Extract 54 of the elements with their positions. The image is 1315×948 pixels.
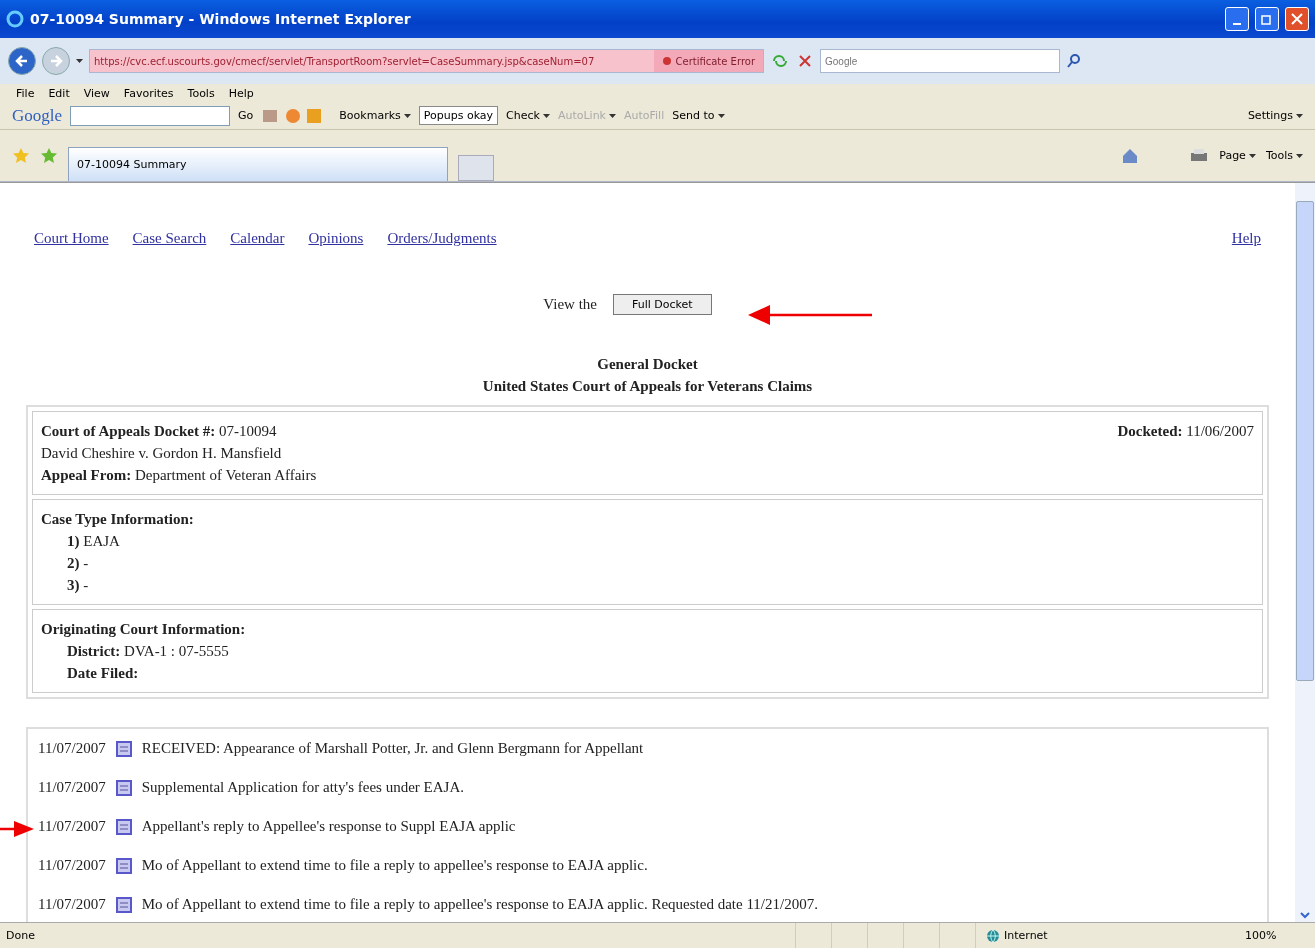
search-field[interactable]: Google xyxy=(820,49,1060,73)
nav-link[interactable]: Orders/Judgments xyxy=(387,230,497,247)
entry-date: 11/07/2007 xyxy=(38,818,106,835)
case-type-item: 1) EAJA xyxy=(67,533,120,549)
docket-number: Court of Appeals Docket #: 07-10094 xyxy=(41,422,277,441)
zoom-level[interactable]: 100% xyxy=(1235,929,1315,942)
help-link[interactable]: Help xyxy=(1231,230,1261,247)
settings-button[interactable]: Settings xyxy=(1247,109,1303,122)
window-title: 07-10094 Summary - Windows Internet Explorer xyxy=(30,11,412,27)
nav-link[interactable]: Case Search xyxy=(132,230,207,247)
entry-date: 11/07/2007 xyxy=(38,896,106,913)
toolbar-button[interactable]: Bookmarks xyxy=(339,109,411,122)
entry-date: 11/07/2007 xyxy=(38,857,106,874)
menu-item[interactable]: Tools xyxy=(187,86,215,100)
view-label: View the xyxy=(543,296,597,313)
toolbar-button[interactable]: Send to xyxy=(672,109,725,122)
entry-text: RECEIVED: Appearance of Marshall Potter, Jr. and Glenn Bergmann for Appellant xyxy=(141,740,644,757)
entry-date: 11/07/2007 xyxy=(38,740,106,757)
nav-link[interactable]: Court Home xyxy=(34,230,109,247)
entry-text: Mo of Appellant to extend time to file a reply to appellee's response to EAJA applic. Requested date 11/21/2007. xyxy=(141,896,818,913)
security-zone: Internet xyxy=(975,923,1235,948)
full-docket-button[interactable]: Full Docket xyxy=(613,294,712,315)
court-info-item: District: DVA-1 : 07-5555 xyxy=(67,643,229,659)
entry-text: Mo of Appellant to extend time to file a reply to appellee's response to EAJA applic. xyxy=(141,857,648,874)
entry-date: 11/07/2007 xyxy=(38,779,106,796)
docket-heading: United States Court of Appeals for Veterans Claims xyxy=(481,377,814,396)
appeal-from: Appeal From: Department of Veteran Affairs xyxy=(41,466,318,485)
entry-text: Appellant's reply to Appellee's response to Suppl EAJA applic xyxy=(141,818,516,835)
case-type-item: 2) - xyxy=(67,555,89,571)
command-button[interactable]: Page xyxy=(1219,149,1256,162)
nav-link[interactable]: Calendar xyxy=(230,230,285,247)
google-logo: Google xyxy=(12,105,63,126)
menu-item[interactable]: Edit xyxy=(48,86,70,100)
case-parties: David Cheshire v. Gordon H. Mansfield xyxy=(41,444,283,463)
menu-item[interactable]: Help xyxy=(228,86,254,100)
court-info-item: Date Filed: xyxy=(67,665,139,681)
menu-item[interactable]: Favorites xyxy=(123,86,174,100)
nav-link[interactable]: Opinions xyxy=(308,230,364,247)
go-button[interactable]: Go xyxy=(238,109,254,122)
command-button[interactable]: Tools xyxy=(1265,149,1303,162)
status-text: Done xyxy=(5,929,36,942)
menu-item[interactable]: File xyxy=(16,86,35,100)
address-field[interactable]: https://cvc.ecf.uscourts.gov/cmecf/servlet/TransportRoom?servlet=CaseSummary.jsp&caseNum=07 Certificate Error xyxy=(89,49,764,73)
browser-tab[interactable]: 07-10094 Summary xyxy=(68,147,448,181)
menu-item[interactable]: View xyxy=(83,86,110,100)
docket-heading: General Docket xyxy=(596,355,699,374)
certificate-error-button[interactable]: Certificate Error xyxy=(653,50,763,72)
section-title: Case Type Information: xyxy=(41,511,194,527)
section-title: Originating Court Information: xyxy=(41,621,246,637)
case-type-item: 3) - xyxy=(67,577,89,593)
toolbar-button[interactable]: Popups okay xyxy=(418,106,499,125)
toolbar-button[interactable]: Check xyxy=(506,109,550,122)
docketed-date: Docketed: 11/06/2007 xyxy=(1117,422,1254,441)
entry-text: Supplemental Application for atty's fees under EAJA. xyxy=(141,779,464,796)
